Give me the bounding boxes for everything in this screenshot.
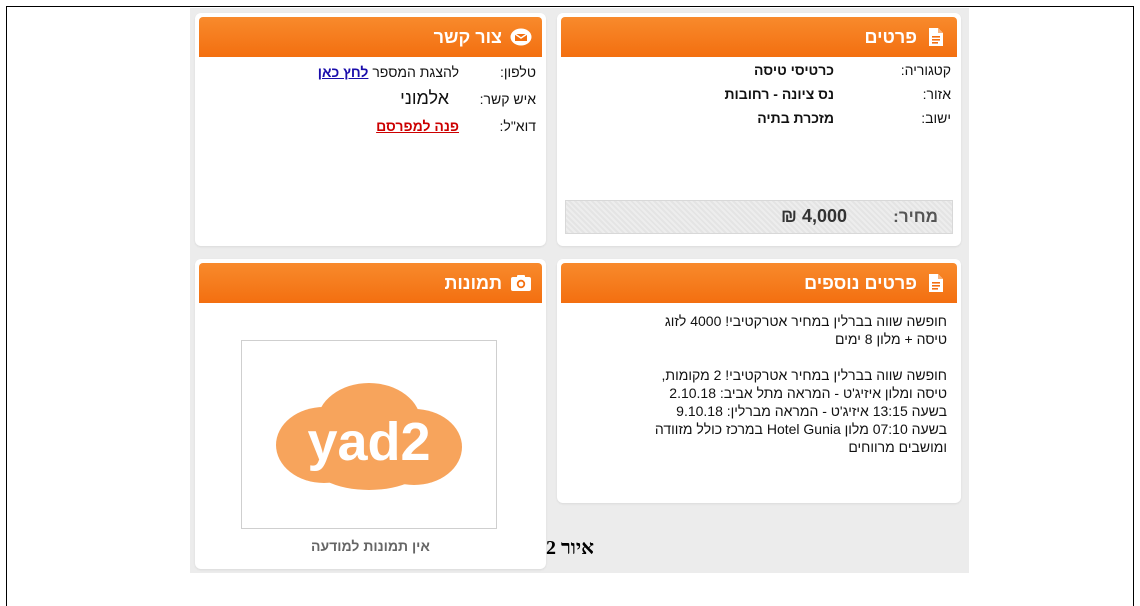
ad-description: חופשה שווה בברלין במחיר אטרקטיבי! 4000 ל…: [654, 313, 947, 455]
details-header: פרטים: [561, 17, 957, 57]
category-value: כרטיסי טיסה: [754, 62, 834, 78]
city-label: ישוב:: [921, 110, 951, 126]
contact-header: צור קשר: [199, 17, 542, 57]
show-phone-link[interactable]: לחץ כאן: [318, 64, 369, 80]
detail-row-area: אזור: נס ציונה - רחובות: [571, 86, 951, 106]
contact-row-email: דוא"ל: פנה למפרסם: [206, 118, 536, 138]
price-value: 4,000 ₪: [781, 206, 847, 226]
phone-label: טלפון:: [500, 64, 536, 80]
area-value: נס ציונה - רחובות: [724, 86, 834, 102]
contact-advertiser-link[interactable]: פנה למפרסם: [376, 118, 459, 134]
detail-row-city: ישוב: מזכרת בתיה: [571, 110, 951, 130]
photos-header: תמונות: [199, 263, 542, 303]
photos-title: תמונות: [444, 272, 502, 293]
phone-text: להצגת המספר: [372, 64, 459, 80]
figure-caption: איור 2: [545, 537, 595, 559]
city-value: מזכרת בתיה: [757, 110, 834, 126]
category-label: קטגוריה:: [900, 62, 951, 78]
details-title: פרטים: [864, 26, 917, 47]
email-label: דוא"ל:: [499, 118, 536, 134]
price-label: מחיר:: [893, 207, 938, 226]
contact-title: צור קשר: [433, 26, 502, 47]
yad2-logo: yad2: [276, 382, 462, 490]
placeholder-image: yad2: [241, 340, 497, 529]
yad2-logo-text: yad2: [307, 412, 430, 472]
contact-row-phone: טלפון: להצגת המספר לחץ כאן: [206, 64, 536, 84]
detail-row-category: קטגוריה: כרטיסי טיסה: [571, 62, 951, 82]
person-value: אלמוני: [400, 88, 449, 108]
person-label: איש קשר:: [479, 91, 536, 107]
envelope-icon: [510, 26, 532, 48]
document-icon: [925, 272, 947, 294]
contact-panel: צור קשר טלפון: להצגת המספר לחץ כאן איש ק…: [195, 13, 546, 246]
phone-text-wrap: להצגת המספר לחץ כאן: [318, 64, 459, 80]
document-icon: [925, 26, 947, 48]
contact-row-person: איש קשר: אלמוני: [206, 88, 536, 112]
camera-icon: [510, 272, 532, 294]
extra-details-title: פרטים נוספים: [804, 272, 917, 293]
details-panel: פרטים קטגוריה: כרטיסי טיסה אזור: נס ציונ…: [557, 13, 961, 246]
photos-panel: תמונות yad2 אין תמונות למודעה: [195, 259, 546, 569]
extra-details-header: פרטים נוספים: [561, 263, 957, 303]
extra-details-panel: פרטים נוספים חופשה שווה בברלין במחיר אטר…: [557, 259, 961, 503]
area-label: אזור:: [922, 86, 951, 102]
price-bar: מחיר: 4,000 ₪: [565, 200, 953, 234]
